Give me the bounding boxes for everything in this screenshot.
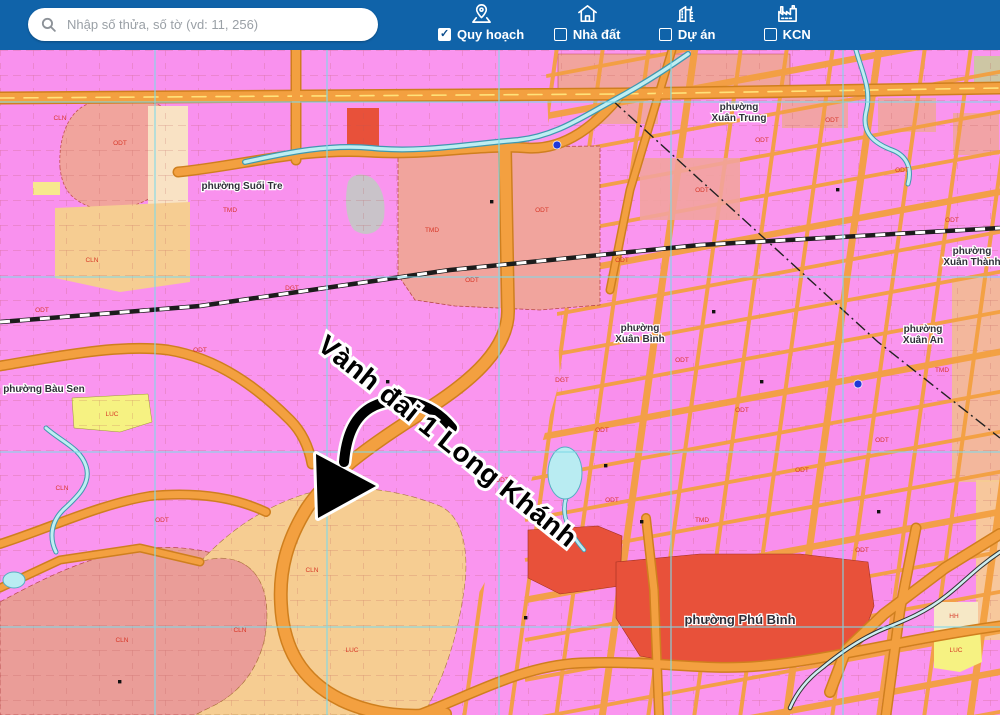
parcel-code-label: ODT [595,427,609,434]
search-box[interactable] [28,8,378,41]
parcel-code-label: ODT [795,467,809,474]
ward-label: Xuân An [903,335,943,346]
layer-toggles: Quy hoạch Nhà đất Dự án [438,2,824,42]
ward-label: phường [953,246,992,257]
parcel-code-label: DGT [555,377,569,384]
layer-label: Nhà đất [573,27,621,42]
ward-label: phường Bàu Sen [3,384,85,395]
search-icon [40,16,57,33]
parcel-code-label: TMD [695,517,709,524]
layer-label: Dự án [678,27,716,42]
du-an-checkbox[interactable] [659,28,672,41]
parcel-code-label: TMD [935,367,949,374]
search-input[interactable] [65,16,366,33]
parcel-code-label: ODT [605,497,619,504]
map-canvas[interactable]: CLN ODT TMD CLN ODT ODT LUC CLN ODT CLN CLN CLN LUC T… [0,50,1000,715]
building-icon [676,2,699,25]
ward-label: Xuân Bình [615,334,664,345]
house-icon [576,2,599,25]
app-window: Quy hoạch Nhà đất Dự án [0,0,1000,715]
parcel-code-label: CLN [53,115,66,122]
layer-kcn[interactable]: KCN [750,2,824,42]
parcel-code-label: ODT [535,207,549,214]
parcel-code-label: ODT [755,137,769,144]
parcel-code-label: LUC [105,411,118,418]
layer-quy-hoach[interactable]: Quy hoạch [438,2,524,42]
parcel-code-label: HH [949,613,959,620]
layer-nha-dat[interactable]: Nhà đất [550,2,624,42]
pond [3,572,25,588]
nha-dat-checkbox[interactable] [554,28,567,41]
lake [548,447,582,499]
parcel-code-label: ODT [855,547,869,554]
blue-marker [553,141,561,149]
parcel-code-label: ODT [825,117,839,124]
map-pin-icon [470,2,493,25]
parcel-code-label: ODT [895,167,909,174]
quy-hoach-checkbox[interactable] [438,28,451,41]
parcel-code-label: CLN [55,485,68,492]
parcel-code-label: ODT [945,217,959,224]
ward-label: Xuân Thành [943,257,1000,268]
parcel-code-label: DGT [285,285,299,292]
parcel-code-label: ODT [615,257,629,264]
layer-label: Quy hoạch [457,27,524,42]
blue-marker [854,380,862,388]
parcel-code-label: TMD [425,227,439,234]
kcn-checkbox[interactable] [764,28,777,41]
parcel-code-label: ODT [35,307,49,314]
parcel-code-label: TMD [223,207,237,214]
zone-salmon [640,158,740,220]
ward-label: phường [904,324,943,335]
parcel-code-label: ODT [675,357,689,364]
parcel-code-label: ODT [875,437,889,444]
top-bar: Quy hoạch Nhà đất Dự án [0,0,1000,50]
parcel-code-label: CLN [115,637,128,644]
parcel-code-label: ODT [155,517,169,524]
layer-label: KCN [783,27,811,42]
ward-label: Xuân Trung [712,113,767,124]
parcel-code-label: ODT [735,407,749,414]
parcel-code-label: ODT [695,187,709,194]
parcel-code-label: CLN [85,257,98,264]
ward-label: phường [621,323,660,334]
factory-icon [776,2,799,25]
parcel-code-label: ODT [465,277,479,284]
layer-du-an[interactable]: Dự án [650,2,724,42]
parcel-code-label: CLN [233,627,246,634]
ward-label: phường Suối Tre [201,180,282,192]
ward-label: phường Phú Bình [684,612,795,627]
ward-label: phường [720,102,759,113]
parcel-code-label: ODT [113,140,127,147]
parcel-code-label: ODT [193,347,207,354]
parcel-code-label: CLN [305,567,318,574]
parcel-code-label: LUC [345,647,358,654]
parcel-code-label: LUC [949,647,962,654]
